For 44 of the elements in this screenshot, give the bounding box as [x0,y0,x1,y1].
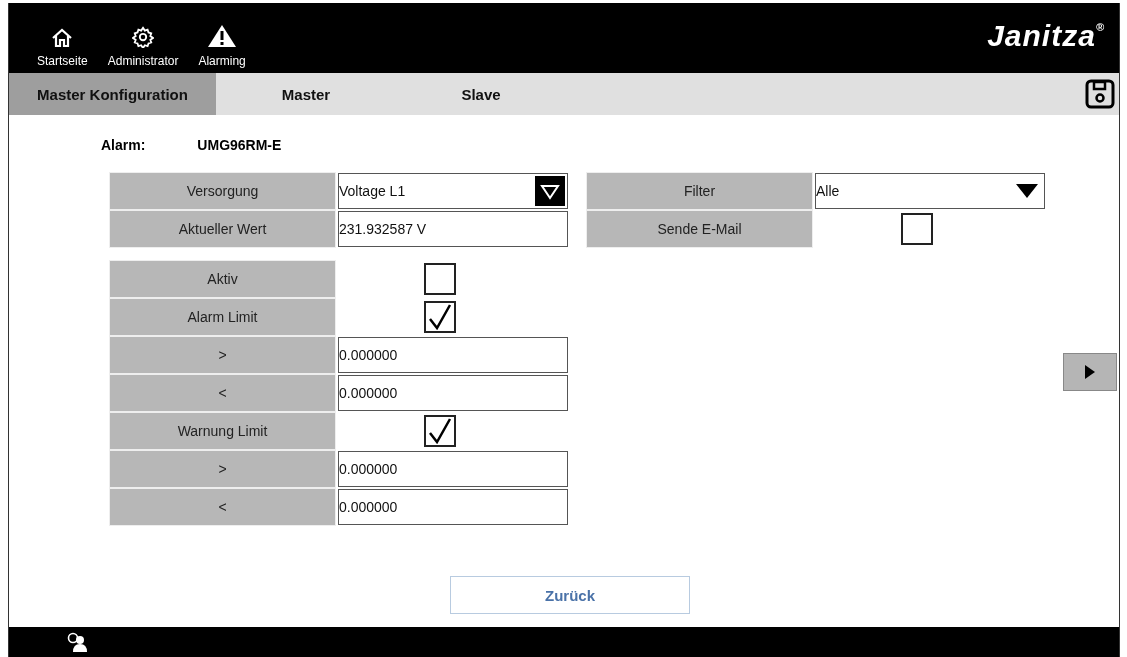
dropdown-field[interactable]: Alle [815,173,1045,209]
next-button[interactable] [1063,353,1117,391]
brand-logo: Janitza® [987,18,1105,53]
field-label: Warnung Limit [109,412,336,450]
input-field[interactable]: 0.000000 [338,375,568,411]
dropdown-value: Alle [816,183,841,199]
field-label: > [109,450,336,488]
warning-icon [207,24,238,48]
dropdown-value: Voltage L1 [339,183,407,199]
dropdown-field[interactable]: Voltage L1 [338,173,568,209]
field-label: Aktiv [109,260,336,298]
field-label: > [109,336,336,374]
dropdown-arrow-icon[interactable] [1016,184,1038,198]
nav-button[interactable]: Alarming [188,24,256,68]
input-field[interactable]: 0.000000 [338,451,568,487]
alarm-device: UMG96RM-E [197,137,282,153]
tab[interactable]: Master Konfiguration [9,73,216,115]
tab[interactable]: Slave [396,73,566,115]
play-icon [1085,365,1095,379]
home-icon [51,28,74,48]
back-button[interactable]: Zurück [450,576,690,614]
checkbox[interactable] [424,415,456,447]
save-icon [1085,79,1115,109]
input-field[interactable]: 231.932587 V [338,211,568,247]
checkbox[interactable] [901,213,933,245]
input-field[interactable]: 0.000000 [338,489,568,525]
nav-button[interactable]: Startseite [27,28,98,68]
field-label: Versorgung [109,172,336,210]
field-label: Filter [586,172,813,210]
field-label: Aktueller Wert [109,210,336,248]
field-label: Alarm Limit [109,298,336,336]
field-label: < [109,374,336,412]
check-icon [428,304,452,330]
alarm-label: Alarm: [101,137,146,153]
user-icon[interactable] [67,632,89,652]
input-field[interactable]: 0.000000 [338,337,568,373]
tab[interactable]: Master [216,73,396,115]
field-label: < [109,488,336,526]
checkbox[interactable] [424,263,456,295]
field-label: Sende E-Mail [586,210,813,248]
checkbox[interactable] [424,301,456,333]
gear-icon [132,26,155,48]
check-icon [428,418,452,444]
nav-button[interactable]: Administrator [97,26,189,68]
